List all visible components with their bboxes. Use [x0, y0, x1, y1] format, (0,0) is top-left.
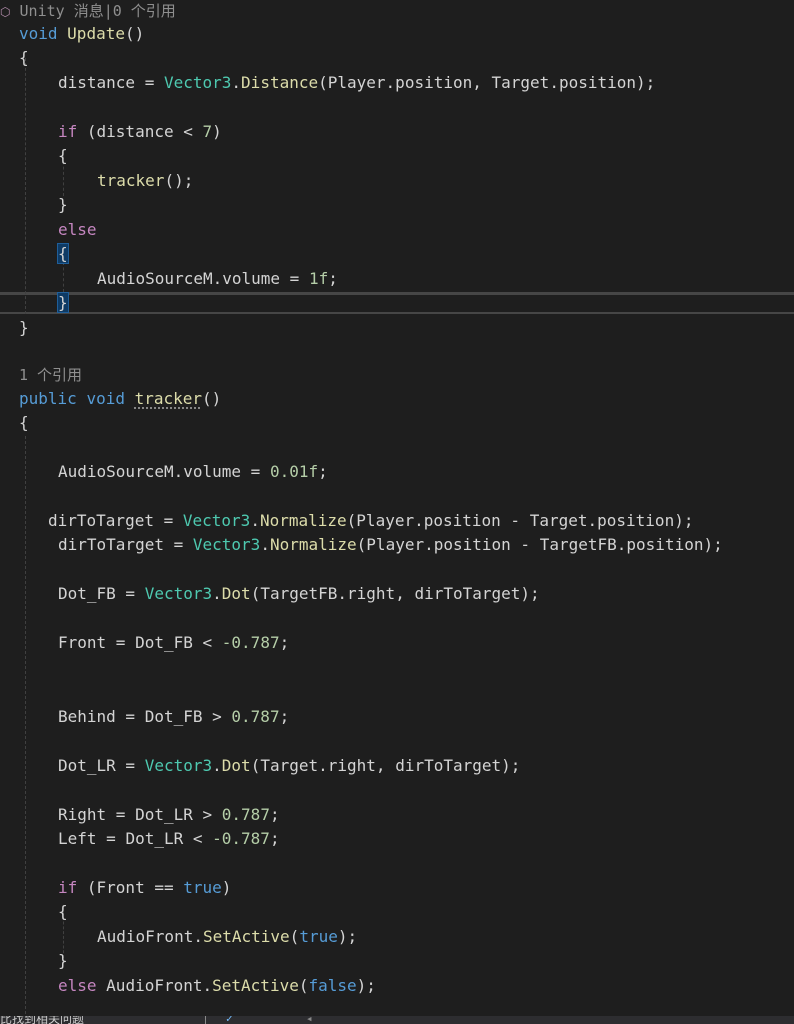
matched-brace: }: [57, 292, 69, 313]
code-line: }: [58, 195, 68, 214]
code-line: if (distance < 7): [58, 122, 222, 141]
status-bar: 比找到相关问题 ✓ ◂: [0, 1016, 794, 1024]
unity-icon: ⬡: [0, 5, 11, 19]
code-line: {: [58, 146, 68, 165]
code-line: {: [19, 48, 29, 67]
code-line: Dot_LR = Vector3.Dot(Target.right, dirTo…: [58, 756, 521, 775]
method-name-suggestion[interactable]: tracker: [135, 389, 202, 408]
status-issues-text[interactable]: 比找到相关问题: [0, 1016, 84, 1024]
codelens-update[interactable]: ⬡ Unity 消息|0 个引用: [0, 0, 176, 22]
code-line: Front = Dot_FB < -0.787;: [58, 633, 290, 652]
code-line: Right = Dot_LR > 0.787;: [58, 805, 280, 824]
code-line: Left = Dot_LR < -0.787;: [58, 829, 280, 848]
code-line: distance = Vector3.Distance(Player.posit…: [58, 73, 656, 92]
codelens-reference-count[interactable]: 0 个引用: [113, 2, 176, 20]
code-line: else AudioFront.SetActive(false);: [58, 976, 376, 995]
code-line: Dot_FB = Vector3.Dot(TargetFB.right, dir…: [58, 584, 540, 603]
code-editor[interactable]: ⬡ Unity 消息|0 个引用 void Update() { distanc…: [0, 0, 794, 1016]
codelens-separator: |: [103, 2, 113, 20]
code-line: dirToTarget = Vector3.Normalize(Player.p…: [48, 511, 694, 530]
status-mark-icon[interactable]: ◂: [306, 1016, 313, 1024]
current-line-highlight-bottom: [0, 293, 794, 316]
code-line: }: [58, 951, 68, 970]
code-line: {: [19, 413, 29, 432]
codelens-tracker[interactable]: 1 个引用: [19, 364, 82, 386]
code-line: Behind = Dot_FB > 0.787;: [58, 707, 290, 726]
code-line: }: [19, 318, 29, 337]
code-line: {: [58, 902, 68, 921]
check-brush-icon[interactable]: ✓: [226, 1016, 233, 1024]
code-line: AudioFront.SetActive(true);: [97, 927, 358, 946]
indent-guide: [63, 262, 64, 292]
code-line: tracker();: [97, 171, 194, 190]
matched-brace: {: [57, 243, 69, 264]
code-line: void Update(): [19, 24, 145, 43]
indent-guide: [25, 58, 26, 314]
code-line: {: [57, 242, 69, 266]
code-line: if (Front == true): [58, 878, 232, 897]
code-line: }: [57, 291, 69, 315]
code-line: else: [58, 220, 97, 239]
status-separator: [205, 1016, 206, 1024]
code-line: AudioSourceM.volume = 0.01f;: [58, 462, 328, 481]
codelens-unity-message[interactable]: Unity 消息: [20, 2, 104, 20]
code-line: dirToTarget = Vector3.Normalize(Player.p…: [58, 535, 723, 554]
codelens-reference-count[interactable]: 1 个引用: [19, 366, 82, 384]
indent-guide: [25, 436, 26, 1016]
code-line: AudioSourceM.volume = 1f;: [97, 269, 338, 288]
code-line: public void tracker(): [19, 389, 222, 408]
